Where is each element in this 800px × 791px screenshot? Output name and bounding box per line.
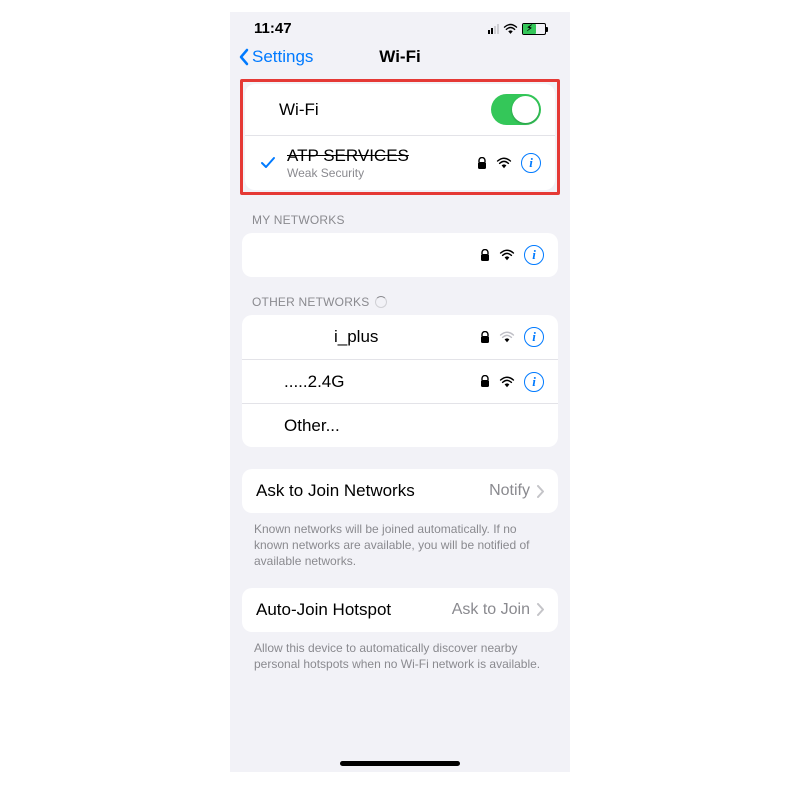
lock-icon	[477, 157, 487, 170]
wifi-icon	[503, 23, 518, 35]
home-indicator[interactable]	[340, 761, 460, 766]
other-network-row[interactable]: .....2.4G i	[242, 359, 558, 403]
auto-join-value: Ask to Join	[452, 601, 530, 619]
checkmark-icon	[259, 156, 277, 170]
lock-icon	[480, 375, 490, 388]
highlight-annotation: Wi-Fi ATP SERVICES Weak Security	[240, 79, 560, 195]
lock-icon	[480, 331, 490, 344]
other-networks-header-label: OTHER NETWORKS	[252, 295, 369, 309]
status-time: 11:47	[254, 20, 292, 37]
chevron-right-icon	[536, 485, 544, 498]
ask-to-join-value: Notify	[489, 482, 530, 500]
cellular-icon	[488, 24, 499, 34]
auto-join-footer: Allow this device to automatically disco…	[230, 632, 570, 672]
auto-join-row[interactable]: Auto-Join Hotspot Ask to Join	[242, 588, 558, 632]
my-network-row[interactable]: i	[242, 233, 558, 277]
wifi-signal-icon	[499, 331, 515, 343]
info-icon[interactable]: i	[524, 372, 544, 392]
wifi-toggle-row: Wi-Fi	[245, 84, 555, 135]
ask-to-join-footer: Known networks will be joined automatica…	[230, 513, 570, 570]
spinner-icon	[375, 296, 387, 308]
wifi-signal-icon	[499, 249, 515, 261]
other-network-name: .....2.4G	[284, 372, 344, 392]
connected-network-name: ATP SERVICES	[287, 146, 409, 166]
chevron-left-icon	[238, 48, 250, 66]
wifi-signal-icon	[496, 157, 512, 169]
wifi-toggle-label: Wi-Fi	[279, 100, 319, 120]
other-label: Other...	[284, 416, 340, 436]
ask-to-join-label: Ask to Join Networks	[256, 481, 415, 501]
info-icon[interactable]: i	[521, 153, 541, 173]
info-icon[interactable]: i	[524, 327, 544, 347]
wifi-toggle[interactable]	[491, 94, 541, 125]
lock-icon	[480, 249, 490, 262]
other-network-other-row[interactable]: Other...	[242, 403, 558, 447]
connected-network-subtitle: Weak Security	[287, 166, 409, 180]
toggle-knob	[512, 96, 539, 123]
chevron-right-icon	[536, 603, 544, 616]
wifi-signal-icon	[499, 376, 515, 388]
ask-to-join-row[interactable]: Ask to Join Networks Notify	[242, 469, 558, 513]
connected-network-row[interactable]: ATP SERVICES Weak Security i	[245, 135, 555, 190]
status-icons: ⚡︎	[488, 23, 546, 35]
page-title: Wi-Fi	[379, 47, 420, 67]
other-networks-header: OTHER NETWORKS	[230, 277, 570, 315]
back-button[interactable]: Settings	[238, 47, 313, 67]
my-networks-header: MY NETWORKS	[230, 195, 570, 233]
auto-join-label: Auto-Join Hotspot	[256, 600, 391, 620]
phone-frame: 11:47 ⚡︎ Settings Wi-Fi	[230, 12, 570, 772]
status-bar: 11:47 ⚡︎	[230, 12, 570, 39]
nav-bar: Settings Wi-Fi	[230, 39, 570, 79]
other-network-name: i_plus	[284, 327, 378, 347]
battery-icon: ⚡︎	[522, 23, 546, 35]
back-label: Settings	[252, 47, 313, 67]
other-network-row[interactable]: i_plus i	[242, 315, 558, 359]
info-icon[interactable]: i	[524, 245, 544, 265]
